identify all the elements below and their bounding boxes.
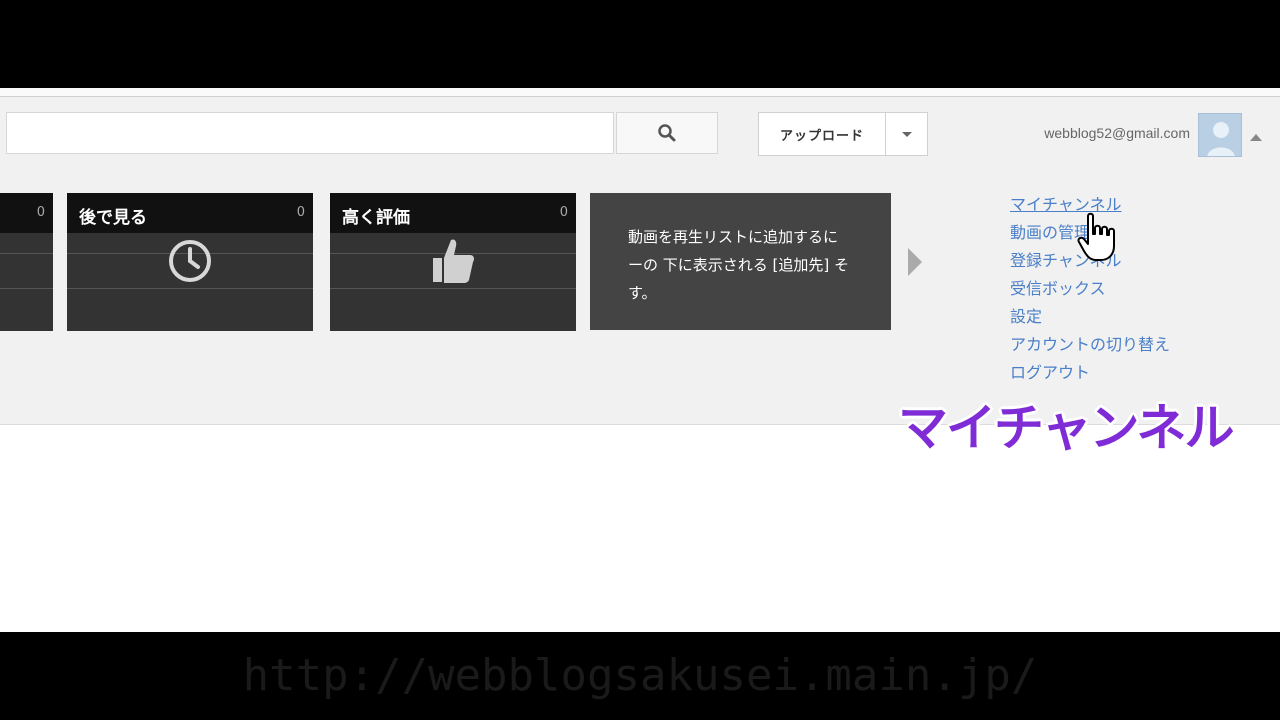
menu-item-logout[interactable]: ログアウト — [1010, 359, 1170, 387]
playlist-tile-liked-videos[interactable]: 高く評価 0 — [330, 193, 576, 331]
overlay-caption: マイチャンネル — [898, 399, 1234, 457]
tile-count: 0 — [559, 205, 568, 220]
tile-stripe — [67, 288, 313, 289]
browser-viewport: アップロード webblog52@gmail.com 0 後で見る 0 高く評価… — [0, 88, 1280, 632]
tile-stripe — [330, 288, 576, 289]
upload-dropdown-button[interactable] — [886, 112, 928, 156]
playlist-info-box: 動画を再生リストに追加するに ーの 下に表示される [追加先] そ す。 — [590, 193, 891, 330]
upload-button[interactable]: アップロード — [758, 112, 886, 156]
menu-item-switch-account[interactable]: アカウントの切り替え — [1010, 331, 1170, 359]
playlist-info-text: 動画を再生リストに追加するに ーの 下に表示される [追加先] そ す。 — [628, 228, 850, 302]
user-email[interactable]: webblog52@gmail.com — [1000, 125, 1190, 141]
account-menu-caret-icon[interactable] — [1250, 134, 1262, 141]
tile-title: 後で見る — [79, 208, 147, 228]
tile-header: 高く評価 0 — [330, 193, 576, 233]
chevron-down-icon — [901, 131, 912, 137]
search-button[interactable] — [616, 112, 718, 154]
tile-header: 後で見る 0 — [67, 193, 313, 233]
tile-stripe — [0, 253, 53, 254]
default-user-icon — [1199, 114, 1241, 156]
clock-icon — [169, 240, 211, 282]
tile-count: 0 — [296, 205, 305, 220]
tile-title: 高く評価 — [342, 208, 410, 228]
tile-header: 0 — [0, 193, 53, 233]
playlist-tile-liked[interactable]: 0 — [0, 193, 53, 331]
tile-stripe — [0, 288, 53, 289]
hand-cursor-icon — [1077, 212, 1115, 261]
menu-item-settings[interactable]: 設定 — [1010, 303, 1170, 331]
playlist-tile-watch-later[interactable]: 後で見る 0 — [67, 193, 313, 331]
tile-count: 0 — [36, 205, 45, 220]
search-icon — [658, 124, 676, 142]
thumbs-up-icon — [433, 239, 474, 283]
search-input[interactable] — [6, 112, 614, 154]
top-border — [0, 88, 1280, 97]
avatar[interactable] — [1198, 113, 1242, 157]
menu-item-inbox[interactable]: 受信ボックス — [1010, 275, 1170, 303]
next-arrow-icon[interactable] — [908, 248, 922, 276]
watermark-url: http://webblogsakusei.main.jp/ — [242, 650, 1038, 701]
